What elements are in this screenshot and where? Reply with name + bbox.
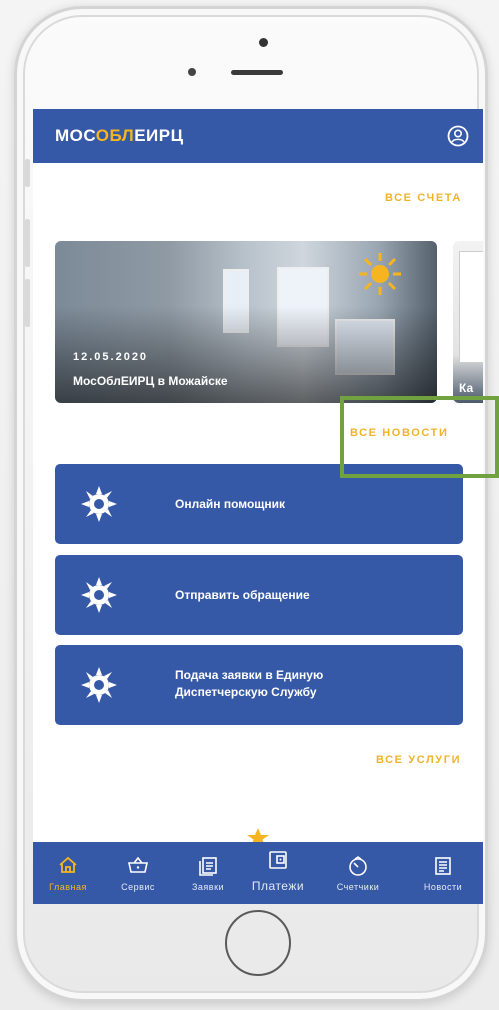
sun-logo-icon <box>55 645 147 725</box>
nav-label: Главная <box>49 882 87 892</box>
front-camera <box>259 38 268 47</box>
profile-icon[interactable] <box>447 125 469 147</box>
news-card[interactable]: 12.05.2020 МосОблЕИРЦ в Можайске <box>55 241 437 403</box>
news-photo-document <box>459 251 483 363</box>
proximity-sensor <box>188 68 196 76</box>
service-send-request[interactable]: Отправить обращение <box>55 555 463 635</box>
service-dispatch-request[interactable]: Подача заявки в Единую Диспетчерскую Слу… <box>55 645 463 725</box>
mute-switch <box>25 159 30 187</box>
nav-service[interactable]: Сервис <box>103 842 173 904</box>
news-title: МосОблЕИРЦ в Можайске <box>73 374 228 388</box>
nav-label: Новости <box>423 882 463 892</box>
wallet-icon <box>269 851 287 869</box>
app-screen: МОСОБЛЕИРЦ ВСЕ СЧЕТА 12.05.2020 МосОблЕИ… <box>33 109 483 904</box>
service-label: Отправить обращение <box>175 588 310 602</box>
nav-payments[interactable]: Платежи <box>243 842 313 904</box>
home-button[interactable] <box>225 910 291 976</box>
sun-logo-icon <box>55 464 147 544</box>
service-label-line: Диспетчерскую Службу <box>175 685 317 699</box>
service-label-line: Подача заявки в Единую <box>175 668 324 682</box>
nav-label: Платежи <box>251 879 305 893</box>
news-icon <box>435 857 451 875</box>
news-card-next[interactable]: Ка <box>453 241 483 403</box>
nav-label: Сервис <box>121 882 155 892</box>
bottom-navigation: Главная Сервис Заявки Платежи Счетчики Н… <box>33 842 483 904</box>
highlight-box <box>340 396 499 478</box>
nav-news[interactable]: Новости <box>408 842 478 904</box>
all-services-link[interactable]: ВСЕ УСЛУГИ <box>376 754 461 766</box>
app-logo: МОСОБЛЕИРЦ <box>55 126 184 145</box>
nav-label: Счетчики <box>336 882 380 892</box>
volume-up-button <box>25 219 30 267</box>
earpiece-speaker <box>231 70 283 75</box>
basket-icon <box>128 856 148 873</box>
home-icon <box>59 856 77 873</box>
nav-home[interactable]: Главная <box>33 842 103 904</box>
news-date: 12.05.2020 <box>73 351 149 363</box>
meter-icon <box>349 856 367 876</box>
all-accounts-link[interactable]: ВСЕ СЧЕТА <box>385 192 462 204</box>
nav-meters[interactable]: Счетчики <box>323 842 393 904</box>
volume-down-button <box>25 279 30 327</box>
service-label: Подача заявки в Единую Диспетчерскую Слу… <box>175 667 323 701</box>
nav-label: Заявки <box>191 882 225 892</box>
nav-requests[interactable]: Заявки <box>173 842 243 904</box>
app-header: МОСОБЛЕИРЦ <box>33 109 483 163</box>
service-label: Онлайн помощник <box>175 497 286 511</box>
sun-logo-icon <box>55 555 147 635</box>
requests-icon <box>199 857 217 876</box>
news-title: Ка <box>459 381 474 395</box>
